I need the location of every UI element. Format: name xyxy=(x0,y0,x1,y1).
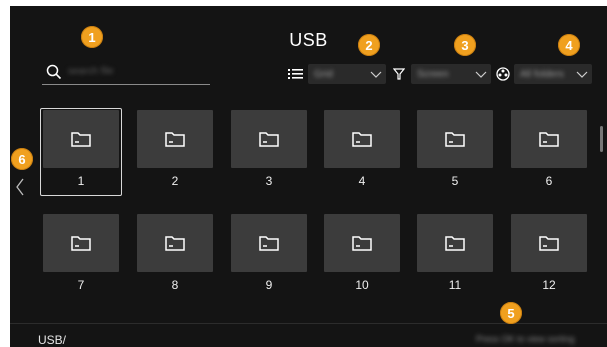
folder-item[interactable]: 2 xyxy=(137,110,213,190)
callout-badge: 2 xyxy=(358,34,380,56)
view-mode-control[interactable]: Grid xyxy=(288,64,386,84)
folder-label: 3 xyxy=(265,174,273,188)
filter-select[interactable]: Screen xyxy=(411,64,491,84)
folder-item[interactable]: 1 xyxy=(43,110,119,190)
folder-icon xyxy=(165,236,185,251)
search-input[interactable]: search file xyxy=(68,66,114,77)
view-mode-value: Grid xyxy=(314,68,333,80)
folder-tile[interactable] xyxy=(324,214,400,272)
usb-browser-screen: USB search file Grid Screen All folders … xyxy=(10,6,607,347)
folder-icon xyxy=(71,236,91,251)
footer-hint: Press OK to view sorting xyxy=(476,334,575,344)
folder-label: 2 xyxy=(171,174,179,188)
folder-label: 12 xyxy=(542,278,556,292)
folder-tile[interactable] xyxy=(417,214,493,272)
folder-label: 1 xyxy=(77,174,85,188)
folder-label: 5 xyxy=(451,174,459,188)
search-icon xyxy=(46,64,62,80)
folder-icon xyxy=(445,132,465,147)
folder-tile[interactable] xyxy=(324,110,400,168)
folder-tile[interactable] xyxy=(43,110,119,168)
folder-label: 11 xyxy=(448,278,462,292)
folder-item[interactable]: 11 xyxy=(417,214,493,294)
folder-item[interactable]: 10 xyxy=(324,214,400,294)
callout-badge: 5 xyxy=(500,302,522,324)
source-select[interactable]: All folders xyxy=(514,64,592,84)
view-mode-select[interactable]: Grid xyxy=(308,64,386,84)
search-field[interactable]: search file xyxy=(42,64,210,85)
folder-tile[interactable] xyxy=(231,110,307,168)
folder-icon xyxy=(352,236,372,251)
folder-item[interactable]: 3 xyxy=(231,110,307,190)
source-control[interactable]: All folders xyxy=(496,64,592,84)
folder-icon xyxy=(539,132,559,147)
callout-badge: 3 xyxy=(454,34,476,56)
folder-item[interactable]: 7 xyxy=(43,214,119,294)
folder-label: 10 xyxy=(355,278,369,292)
source-value: All folders xyxy=(520,68,564,80)
callout-badge: 4 xyxy=(558,34,580,56)
folder-icon xyxy=(71,132,91,147)
folder-icon xyxy=(165,132,185,147)
folder-tile[interactable] xyxy=(231,214,307,272)
folder-icon xyxy=(352,132,372,147)
folder-tile[interactable] xyxy=(417,110,493,168)
folder-label: 9 xyxy=(265,278,273,292)
filter-value: Screen xyxy=(417,68,449,80)
scrollbar[interactable] xyxy=(600,126,603,152)
folder-item[interactable]: 8 xyxy=(137,214,213,294)
folder-tile[interactable] xyxy=(43,214,119,272)
folder-icon xyxy=(539,236,559,251)
filter-control[interactable]: Screen xyxy=(393,64,491,84)
list-icon xyxy=(288,69,303,79)
current-path: USB/ xyxy=(38,333,67,347)
filter-icon xyxy=(393,68,405,80)
folder-icon xyxy=(445,236,465,251)
folder-icon xyxy=(259,132,279,147)
folder-label: 7 xyxy=(77,278,85,292)
folder-item[interactable]: 5 xyxy=(417,110,493,190)
folder-icon xyxy=(259,236,279,251)
footer-divider xyxy=(10,323,607,324)
folder-tile[interactable] xyxy=(137,110,213,168)
chevron-down-icon xyxy=(576,71,588,78)
folder-item[interactable]: 4 xyxy=(324,110,400,190)
folder-label: 8 xyxy=(171,278,179,292)
folder-label: 4 xyxy=(358,174,366,188)
chevron-down-icon xyxy=(475,71,487,78)
folder-item[interactable]: 6 xyxy=(511,110,587,190)
folder-tile[interactable] xyxy=(137,214,213,272)
callout-badge: 1 xyxy=(81,26,103,48)
callout-badge: 6 xyxy=(11,148,33,170)
folder-item[interactable]: 12 xyxy=(511,214,587,294)
folder-label: 6 xyxy=(545,174,553,188)
chevron-left-icon[interactable] xyxy=(15,178,25,196)
folder-item[interactable]: 9 xyxy=(231,214,307,294)
chevron-down-icon xyxy=(370,71,382,78)
folder-tile[interactable] xyxy=(511,214,587,272)
source-icon xyxy=(496,67,510,81)
folder-tile[interactable] xyxy=(511,110,587,168)
